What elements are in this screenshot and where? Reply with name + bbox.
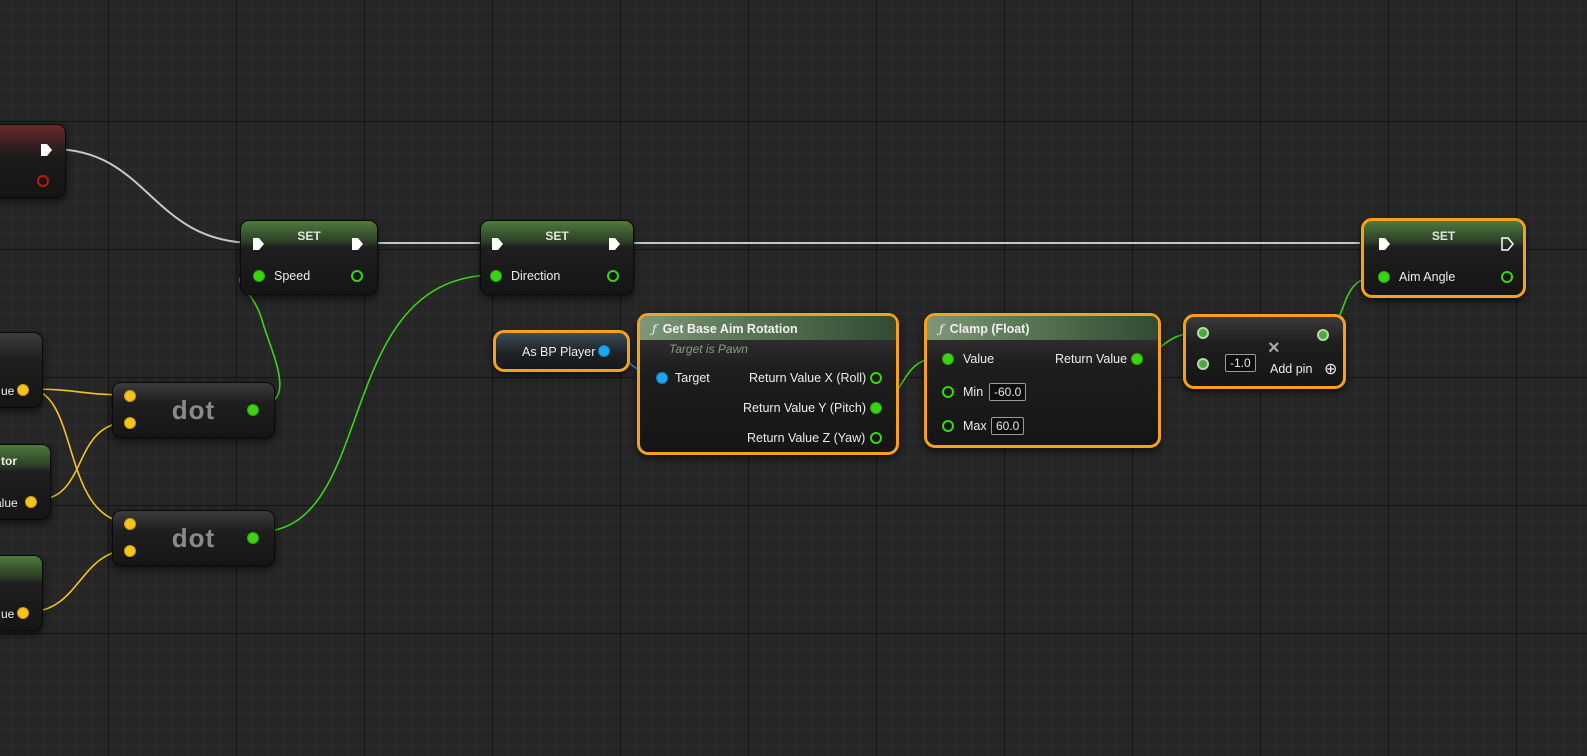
float-out-pin-icon[interactable] — [1317, 329, 1329, 341]
function-icon: ƒ — [652, 321, 657, 336]
float-out-pin-icon[interactable] — [1131, 353, 1143, 365]
exec-in-pin-icon[interactable] — [490, 237, 504, 251]
variable-label: Direction — [511, 269, 561, 283]
variable-label: Speed — [274, 269, 311, 283]
variable-label: Aim Angle — [1399, 270, 1456, 284]
vector-in-pin-b-icon[interactable] — [124, 545, 136, 557]
return-value-label: Return Value — [1055, 352, 1128, 366]
exec-in-pin-icon[interactable] — [251, 237, 265, 251]
exec-out-pin-icon[interactable] — [1500, 237, 1514, 251]
multiply-node[interactable]: -1.0 × Add pin ⊕ — [1183, 314, 1346, 389]
vector-in-pin-b-icon[interactable] — [124, 417, 136, 429]
exec-out-pin-icon[interactable] — [607, 237, 621, 251]
max-value-input[interactable]: 60.0 — [991, 417, 1025, 435]
float-out-pin-icon[interactable] — [351, 270, 363, 282]
float-in-pin-icon[interactable] — [490, 270, 502, 282]
float-out-yaw-pin-icon[interactable] — [870, 432, 882, 444]
float-in-pin-icon[interactable] — [253, 270, 265, 282]
float-out-pin-icon[interactable] — [1501, 271, 1513, 283]
node-subtitle: Target is Pawn — [669, 342, 748, 356]
float-in-value-pin-icon[interactable] — [942, 353, 954, 365]
red-pin-icon[interactable] — [37, 175, 49, 187]
target-pin-label: Target — [675, 371, 710, 385]
vector-node-clipped-3[interactable]: ue — [0, 555, 43, 631]
set-speed-node[interactable]: SET Speed — [240, 220, 378, 295]
min-pin-label: Min — [963, 385, 984, 399]
pitch-pin-label: Return Value Y (Pitch) — [743, 401, 866, 415]
vector-out-pin-icon[interactable] — [17, 384, 29, 396]
get-base-aim-rotation-node[interactable]: ƒ Get Base Aim Rotation Target is Pawn Ta… — [637, 313, 899, 455]
set-direction-node[interactable]: SET Direction — [480, 220, 634, 295]
float-out-pitch-pin-icon[interactable] — [870, 402, 882, 414]
value-pin-label: Value — [963, 352, 995, 366]
vector-in-pin-a-icon[interactable] — [124, 390, 136, 402]
dot-node-1[interactable]: dot — [112, 382, 275, 438]
add-pin-button[interactable]: Add pin — [1270, 362, 1312, 376]
object-out-pin-icon[interactable] — [598, 345, 610, 357]
vector-out-pin-icon[interactable] — [17, 607, 29, 619]
node-title: ƒ Clamp (Float) — [939, 321, 1030, 336]
exec-in-pin-icon[interactable] — [1377, 237, 1391, 251]
yaw-pin-label: Return Value Z (Yaw) — [747, 431, 866, 445]
float-in-max-pin-icon[interactable] — [942, 420, 954, 432]
float-out-pin-icon[interactable] — [607, 270, 619, 282]
function-icon: ƒ — [939, 321, 944, 336]
roll-pin-label: Return Value X (Roll) — [749, 371, 867, 385]
multiply-value-input[interactable]: -1.0 — [1225, 354, 1256, 372]
min-value-input[interactable]: -60.0 — [989, 383, 1027, 401]
clipped-label-2: tor — [1, 454, 17, 468]
multiply-operator-icon: × — [1268, 337, 1280, 359]
float-out-pin-icon[interactable] — [247, 532, 259, 544]
float-in-pin-icon[interactable] — [1378, 271, 1390, 283]
float-wire-dot2-direction — [257, 274, 496, 533]
clipped-label-4: ue — [1, 607, 15, 621]
node-title: ƒ Get Base Aim Rotation — [652, 321, 798, 336]
float-in-pin-b-icon[interactable] — [1197, 358, 1209, 370]
clamp-float-node[interactable]: ƒ Clamp (Float) Value Return Value Min -6… — [924, 313, 1161, 448]
vector-node-clipped-1[interactable]: ue — [0, 332, 43, 408]
float-in-pin-a-icon[interactable] — [1197, 327, 1209, 339]
float-in-min-pin-icon[interactable] — [942, 386, 954, 398]
object-in-pin-icon[interactable] — [656, 372, 668, 384]
set-aim-angle-node[interactable]: SET Aim Angle — [1361, 218, 1526, 298]
max-pin-label: Max — [963, 419, 987, 433]
event-node-clipped[interactable] — [0, 124, 66, 198]
clipped-label-1: ue — [1, 384, 15, 398]
vector-node-clipped-2[interactable]: tor alue — [0, 444, 51, 520]
exec-out-pin-icon[interactable] — [350, 237, 364, 251]
vector-in-pin-a-icon[interactable] — [124, 518, 136, 530]
add-pin-icon[interactable]: ⊕ — [1324, 359, 1337, 378]
cast-label: As BP Player — [522, 345, 596, 359]
as-bp-player-node[interactable]: As BP Player — [493, 330, 630, 372]
clipped-label-3: alue — [0, 496, 18, 510]
exec-wire-1 — [51, 148, 256, 244]
exec-out-pin-icon[interactable] — [39, 143, 53, 157]
float-out-pin-icon[interactable] — [247, 404, 259, 416]
node-header — [0, 556, 42, 582]
float-out-roll-pin-icon[interactable] — [870, 372, 882, 384]
dot-node-2[interactable]: dot — [112, 510, 275, 566]
vector-out-pin-icon[interactable] — [25, 496, 37, 508]
